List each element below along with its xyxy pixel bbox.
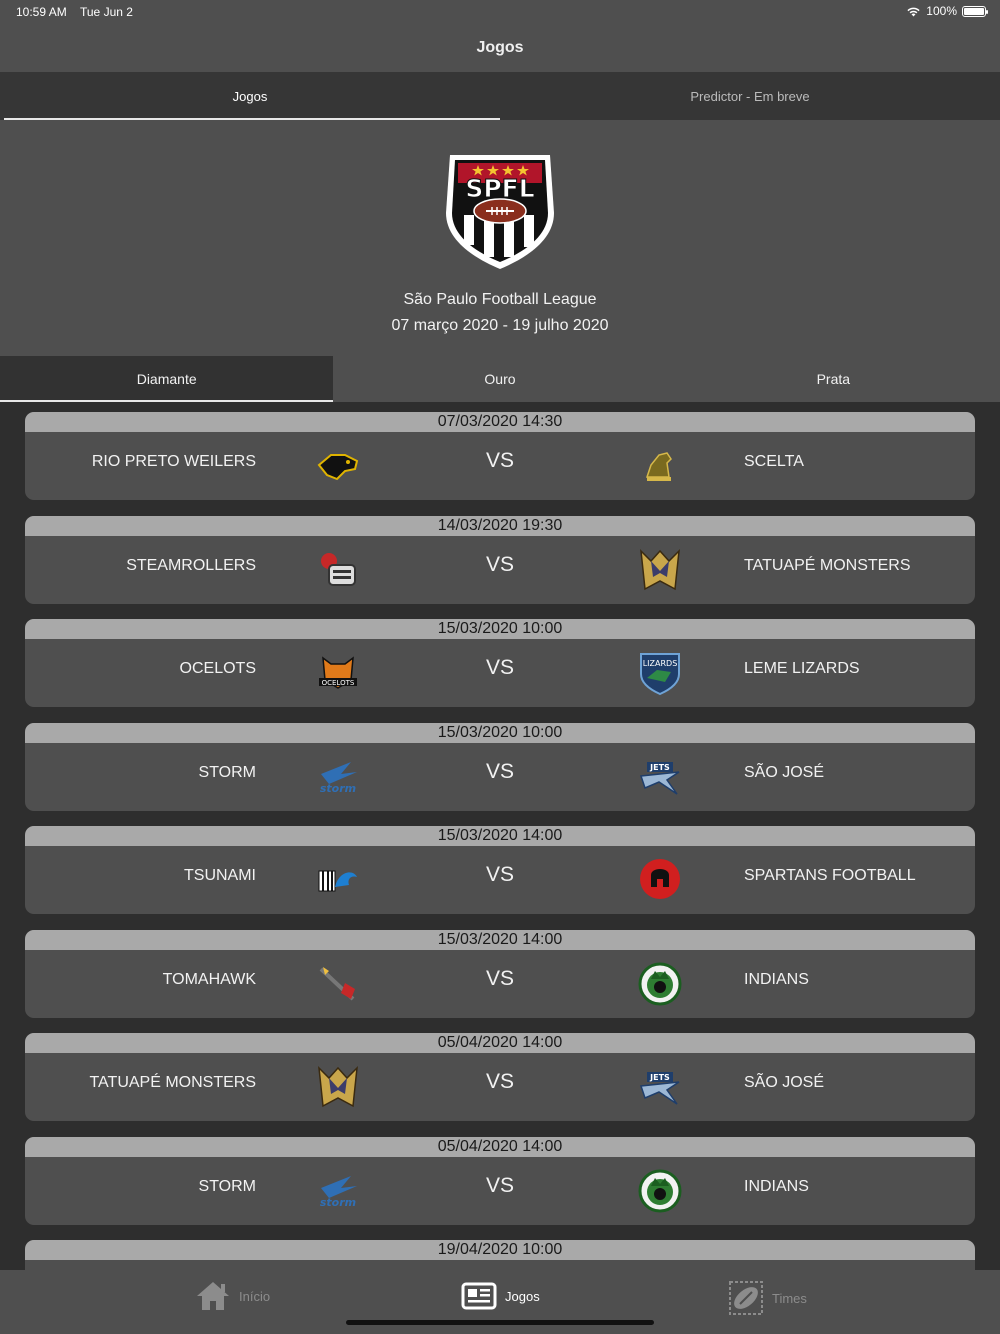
tabbar-times[interactable]: Times [728,1280,807,1316]
away-team-name: SPARTANS FOOTBALL [744,867,916,884]
game-datetime: 19/04/2020 10:00 [25,1240,975,1260]
game-datetime: 15/03/2020 14:00 [25,826,975,846]
game-card[interactable]: 15/03/2020 14:00 TOMAHAWK VS INDIANS [25,929,975,1018]
away-team-name: INDIANS [744,1177,809,1195]
game-row: STORM storm VS INDIANS [25,1157,975,1225]
tabbar-jogos[interactable]: Jogos [461,1280,540,1312]
game-datetime: 05/04/2020 14:00 [25,1033,975,1053]
home-icon [197,1282,229,1310]
game-card[interactable]: 15/03/2020 10:00 STORM storm VS JETS SÃO JOSÉ [25,722,975,811]
nav-bar: Jogos [0,24,1000,72]
scelta-horse-logo [637,443,683,489]
tab-jogos[interactable]: Jogos [0,72,500,120]
game-datetime: 07/03/2020 14:30 [25,412,975,432]
league-dates: 07 março 2020 - 19 julho 2020 [391,317,609,334]
league-header: SPFL São Paulo Football League 07 março … [0,120,1000,356]
versus-label: VS [485,966,514,990]
game-row: TSUNAMI VS SPARTANS FOOTBALL [25,846,975,914]
game-datetime: 15/03/2020 10:00 [25,619,975,639]
game-card[interactable]: 05/04/2020 14:00 TATUAPÉ MONSTERS VS JETS SÃ… [25,1033,975,1121]
game-row: OCELOTS OCELOTS VS LIZARDS LEME LIZARDS [25,639,975,707]
game-card[interactable]: 05/04/2020 14:00 STORM storm VS INDIANS [25,1136,975,1225]
lizards-shield-logo: LIZARDS [637,650,683,696]
status-date: Tue Jun 2 [80,5,133,19]
tabbar-times-label: Times [772,1290,807,1306]
league-logo: SPFL [446,155,554,269]
game-row: stormVS [25,1260,975,1270]
home-indicator [346,1320,654,1325]
indians-logo [637,961,683,1007]
page-title: Jogos [476,39,524,56]
league-name: São Paulo Football League [403,291,597,308]
away-team-name: INDIANS [744,970,809,988]
away-team-name: SÃO JOSÉ [744,1074,825,1091]
versus-label: VS [485,449,514,472]
status-right: 100% [906,4,988,18]
games-list[interactable]: 07/03/2020 14:30 RIO PRETO WEILERS VS SCELT… [0,402,1000,1270]
wifi-icon [907,7,920,16]
game-card[interactable]: 15/03/2020 10:00 OCELOTS OCELOTS VS LIZARDS L… [25,619,975,707]
away-team-name: LEME LIZARDS [744,660,860,677]
versus-label: VS [485,1070,514,1093]
game-datetime: 05/04/2020 14:00 [25,1136,975,1157]
versus-label: VS [485,1173,514,1197]
tab-ouro[interactable]: Ouro [333,356,666,402]
game-row: TATUAPÉ MONSTERS VS JETS SÃO JOSÉ [25,1053,975,1121]
game-row: STORM storm VS JETS SÃO JOSÉ [25,743,975,811]
football-icon [729,1281,763,1315]
game-card[interactable]: 15/03/2020 14:00 TSUNAMI VS SPARTANS FOOTBA… [25,826,975,914]
game-datetime: 15/03/2020 10:00 [25,722,975,743]
division-tabs: Diamante Ouro Prata [0,356,1000,402]
game-row: STEAMROLLERS VS TATUAPÉ MONSTERS [25,536,975,604]
away-team-name: SCELTA [744,453,804,470]
svg-text:OCELOTS: OCELOTS [322,679,355,687]
tab-predictor[interactable]: Predictor - Em breve [500,72,1000,120]
svg-text:JETS: JETS [649,1073,670,1082]
game-row: RIO PRETO WEILERS VS SCELTA [25,432,975,500]
indians-logo [637,1168,683,1214]
news-icon [461,1282,497,1310]
tab-prata[interactable]: Prata [667,356,1000,402]
tabbar-inicio-label: Início [239,1288,271,1304]
monsters-m-logo [637,547,683,593]
status-bar: 10:59 AM Tue Jun 2 100% [0,0,1000,24]
game-card[interactable]: 19/04/2020 10:00stormVS [25,1240,975,1270]
svg-text:JETS: JETS [649,763,670,772]
tabbar-inicio[interactable]: Início [195,1280,270,1312]
away-team-name: TATUAPÉ MONSTERS [744,556,911,574]
away-team-name: SÃO JOSÉ [744,763,825,781]
game-datetime: 14/03/2020 19:30 [25,515,975,536]
game-datetime: 15/03/2020 14:00 [25,929,975,950]
svg-text:LIZARDS: LIZARDS [643,659,678,668]
tabbar-jogos-label: Jogos [505,1288,540,1304]
status-time: 10:59 AM [16,5,67,19]
jets-logo: JETS [637,1064,683,1110]
versus-label: VS [485,759,514,783]
screen: 10:59 AM Tue Jun 2 100% Jogos Jogos Pred… [0,0,1000,1334]
tab-diamante[interactable]: Diamante [0,356,334,402]
battery-icon [962,5,988,17]
game-row: TOMAHAWK VS INDIANS [25,950,975,1018]
game-card[interactable]: 14/03/2020 19:30 STEAMROLLERS VS TATUAPÉ MO… [25,515,975,604]
spartans-helmet-logo [637,857,683,903]
game-card[interactable]: 07/03/2020 14:30 RIO PRETO WEILERS VS SCELT… [25,412,975,500]
battery-percent: 100% [926,4,957,18]
top-tabs: Jogos Predictor - Em breve [0,72,1000,120]
jets-logo: JETS [637,754,683,800]
